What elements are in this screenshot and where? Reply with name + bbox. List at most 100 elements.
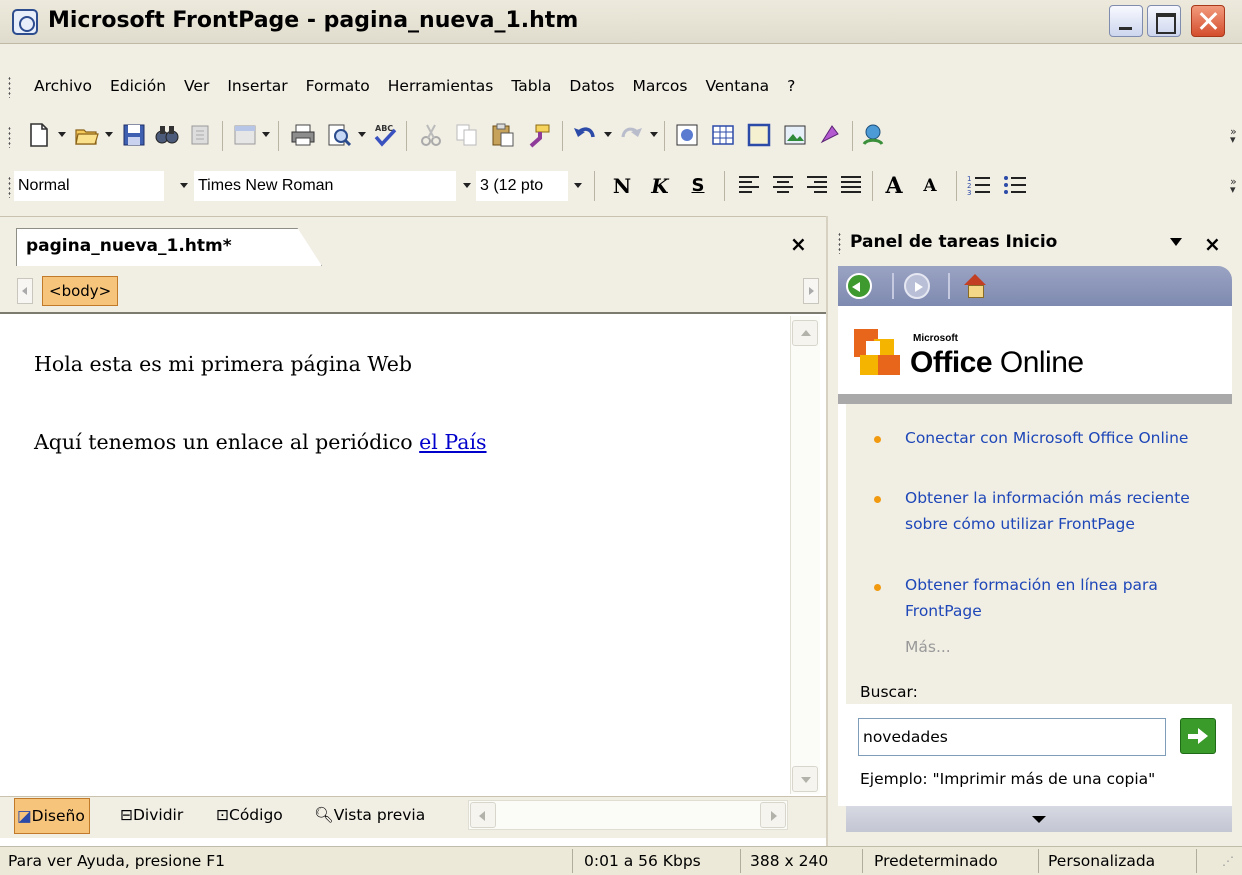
menu-ventana[interactable]: Ventana — [696, 77, 778, 95]
align-left-icon[interactable] — [736, 172, 762, 198]
link-connect-office-online[interactable]: Conectar con Microsoft Office Online — [905, 425, 1225, 451]
decrease-font-button[interactable]: A — [916, 171, 944, 201]
search-input[interactable] — [858, 718, 1166, 756]
cut-icon[interactable] — [418, 122, 444, 148]
style-dropdown-icon[interactable] — [176, 171, 192, 201]
publish-icon[interactable] — [188, 122, 214, 148]
view-code-tab[interactable]: ⊡Código — [214, 798, 285, 834]
menu-insertar[interactable]: Insertar — [218, 77, 296, 95]
frontpage-app-icon[interactable] — [12, 9, 38, 35]
redo-icon[interactable] — [618, 122, 644, 148]
font-dropdown-icon[interactable] — [459, 171, 475, 201]
horizontal-scrollbar[interactable] — [468, 800, 788, 830]
more-link[interactable]: Más... — [905, 638, 951, 656]
view-split-tab[interactable]: ⊟Dividir — [118, 798, 185, 834]
menu-grip-icon[interactable] — [8, 76, 11, 98]
menu-help[interactable]: ? — [778, 77, 804, 95]
toolbar-grip-icon[interactable] — [8, 126, 11, 148]
copy-icon[interactable] — [454, 122, 480, 148]
menu-ver[interactable]: Ver — [175, 77, 218, 95]
task-pane-grip-icon[interactable] — [838, 232, 841, 254]
numbered-list-icon[interactable]: 123 — [966, 172, 992, 198]
scroll-down-icon[interactable] — [792, 766, 818, 792]
underline-button[interactable]: S — [684, 171, 712, 201]
open-dropdown-icon[interactable] — [105, 132, 113, 137]
maximize-button[interactable] — [1147, 5, 1181, 37]
undo-icon[interactable] — [572, 122, 598, 148]
new-page-icon[interactable] — [26, 122, 52, 148]
back-arrow-icon[interactable] — [846, 273, 872, 299]
toolbar-options-icon[interactable]: » ▾ — [1230, 126, 1238, 150]
format-painter-icon[interactable] — [526, 122, 552, 148]
paragraph-greeting[interactable]: Hola esta es mi primera página Web — [34, 352, 412, 376]
font-size-dropdown-icon[interactable] — [570, 171, 586, 201]
bulleted-list-icon[interactable] — [1002, 172, 1028, 198]
paste-icon[interactable] — [490, 122, 516, 148]
preview-dropdown-icon[interactable] — [358, 132, 366, 137]
menu-archivo[interactable]: Archivo — [28, 77, 101, 95]
menu-edicion[interactable]: Edición — [101, 77, 175, 95]
forward-arrow-icon[interactable] — [904, 273, 930, 299]
undo-dropdown-icon[interactable] — [604, 132, 612, 137]
print-preview-icon[interactable] — [326, 122, 352, 148]
save-icon[interactable] — [121, 122, 147, 148]
status-download-speed[interactable]: 0:01 a 56 Kbps — [584, 849, 701, 873]
open-folder-icon[interactable] — [74, 122, 100, 148]
new-dropdown-icon[interactable] — [58, 132, 66, 137]
close-document-icon[interactable]: × — [790, 232, 807, 256]
document-tab-label[interactable]: pagina_nueva_1.htm* — [26, 236, 232, 256]
toolbar-options-icon[interactable]: » ▾ — [1230, 176, 1238, 200]
link-latest-info[interactable]: Obtener la información más reciente sobr… — [905, 485, 1225, 537]
align-center-icon[interactable] — [770, 172, 796, 198]
font-size-combo[interactable]: 3 (12 pto — [476, 171, 568, 201]
insert-table-icon[interactable] — [710, 122, 736, 148]
scroll-right-icon[interactable] — [760, 802, 786, 828]
link-online-training[interactable]: Obtener formación en línea para FrontPag… — [905, 572, 1225, 624]
toolbar-grip-icon[interactable] — [8, 176, 11, 198]
scroll-up-icon[interactable] — [792, 320, 818, 346]
redo-dropdown-icon[interactable] — [650, 132, 658, 137]
view-preview-tab[interactable]: 🔍︎Vista previa — [312, 798, 427, 834]
menu-formato[interactable]: Formato — [297, 77, 379, 95]
web-component-icon[interactable] — [232, 122, 258, 148]
insert-picture-icon[interactable] — [782, 122, 808, 148]
resize-grip-icon[interactable]: ⋰ — [1222, 849, 1234, 873]
menu-tabla[interactable]: Tabla — [502, 77, 560, 95]
menu-marcos[interactable]: Marcos — [624, 77, 697, 95]
scroll-left-icon[interactable] — [470, 802, 496, 828]
minimize-button[interactable] — [1109, 5, 1143, 37]
office-online-brand[interactable]: Office Online — [910, 346, 1084, 380]
italic-button[interactable]: K — [646, 171, 674, 201]
hyperlink-icon[interactable] — [860, 122, 886, 148]
office-logo-icon[interactable] — [852, 325, 908, 381]
insert-layer-icon[interactable] — [746, 122, 772, 148]
task-pane-menu-icon[interactable] — [1170, 238, 1182, 246]
print-icon[interactable] — [290, 122, 316, 148]
web-component-dropdown-icon[interactable] — [262, 132, 270, 137]
drawing-icon[interactable] — [818, 122, 844, 148]
paragraph-link[interactable]: Aquí tenemos un enlace al periódico el P… — [34, 430, 487, 454]
menu-herramientas[interactable]: Herramientas — [379, 77, 503, 95]
home-icon[interactable] — [962, 273, 988, 299]
menu-datos[interactable]: Datos — [560, 77, 623, 95]
search-go-button[interactable] — [1180, 718, 1216, 754]
task-pane-scroll-down-icon[interactable] — [846, 806, 1232, 832]
design-editor[interactable] — [16, 316, 790, 794]
tag-scroll-left-icon[interactable] — [17, 278, 33, 304]
justify-icon[interactable] — [838, 172, 864, 198]
task-pane-close-icon[interactable]: × — [1204, 232, 1221, 256]
vertical-scrollbar[interactable] — [790, 316, 820, 794]
spelling-icon[interactable]: ABC — [372, 122, 398, 148]
font-combo[interactable]: Times New Roman — [194, 171, 456, 201]
style-combo[interactable]: Normal — [14, 171, 164, 201]
status-page-size[interactable]: 388 x 240 — [750, 849, 828, 873]
web-component-insert-icon[interactable] — [674, 122, 700, 148]
align-right-icon[interactable] — [804, 172, 830, 198]
view-design-tab[interactable]: ◪Diseño — [14, 798, 90, 834]
body-tag-button[interactable]: <body> — [42, 276, 119, 306]
tag-scroll-right-icon[interactable] — [803, 278, 819, 304]
close-window-button[interactable] — [1191, 5, 1225, 37]
increase-font-button[interactable]: A — [880, 171, 908, 201]
bold-button[interactable]: N — [608, 171, 636, 201]
el-pais-link[interactable]: el País — [419, 430, 486, 454]
